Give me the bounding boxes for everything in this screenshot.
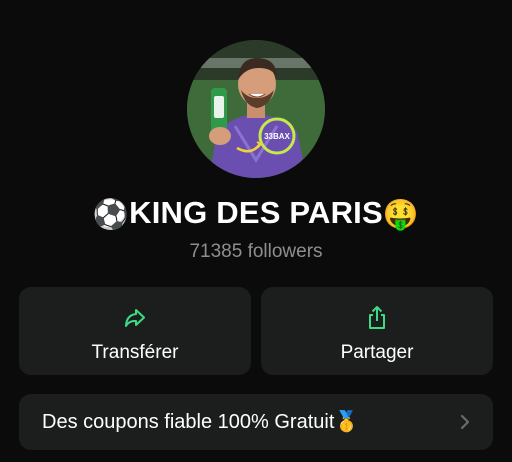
share-upload-icon xyxy=(369,306,385,329)
share-arrow-icon xyxy=(125,309,145,327)
followers-count: 71385 followers xyxy=(189,241,323,262)
chevron-right-icon xyxy=(460,414,470,430)
channel-description: Des coupons fiable 100% Gratuit🥇 xyxy=(42,409,359,434)
soccer-ball-icon: ⚽ xyxy=(92,199,130,231)
channel-description-row[interactable]: Des coupons fiable 100% Gratuit🥇 xyxy=(19,394,493,450)
avatar-caption: 33BAX xyxy=(264,132,290,141)
money-face-icon: 🤑 xyxy=(382,199,420,231)
medal-icon: 🥇 xyxy=(334,411,360,433)
forward-label: Transférer xyxy=(91,342,179,363)
profile-avatar[interactable]: 33BAX xyxy=(187,40,325,178)
avatar-photo: 33BAX xyxy=(187,40,325,178)
forward-button[interactable]: Transférer xyxy=(19,287,251,375)
channel-title: ⚽KING DES PARIS🤑 xyxy=(0,195,512,232)
share-label: Partager xyxy=(340,342,414,363)
description-text: Des coupons fiable 100% Gratuit xyxy=(42,411,335,433)
channel-name: KING DES PARIS xyxy=(129,195,383,230)
share-button[interactable]: Partager xyxy=(261,287,493,375)
